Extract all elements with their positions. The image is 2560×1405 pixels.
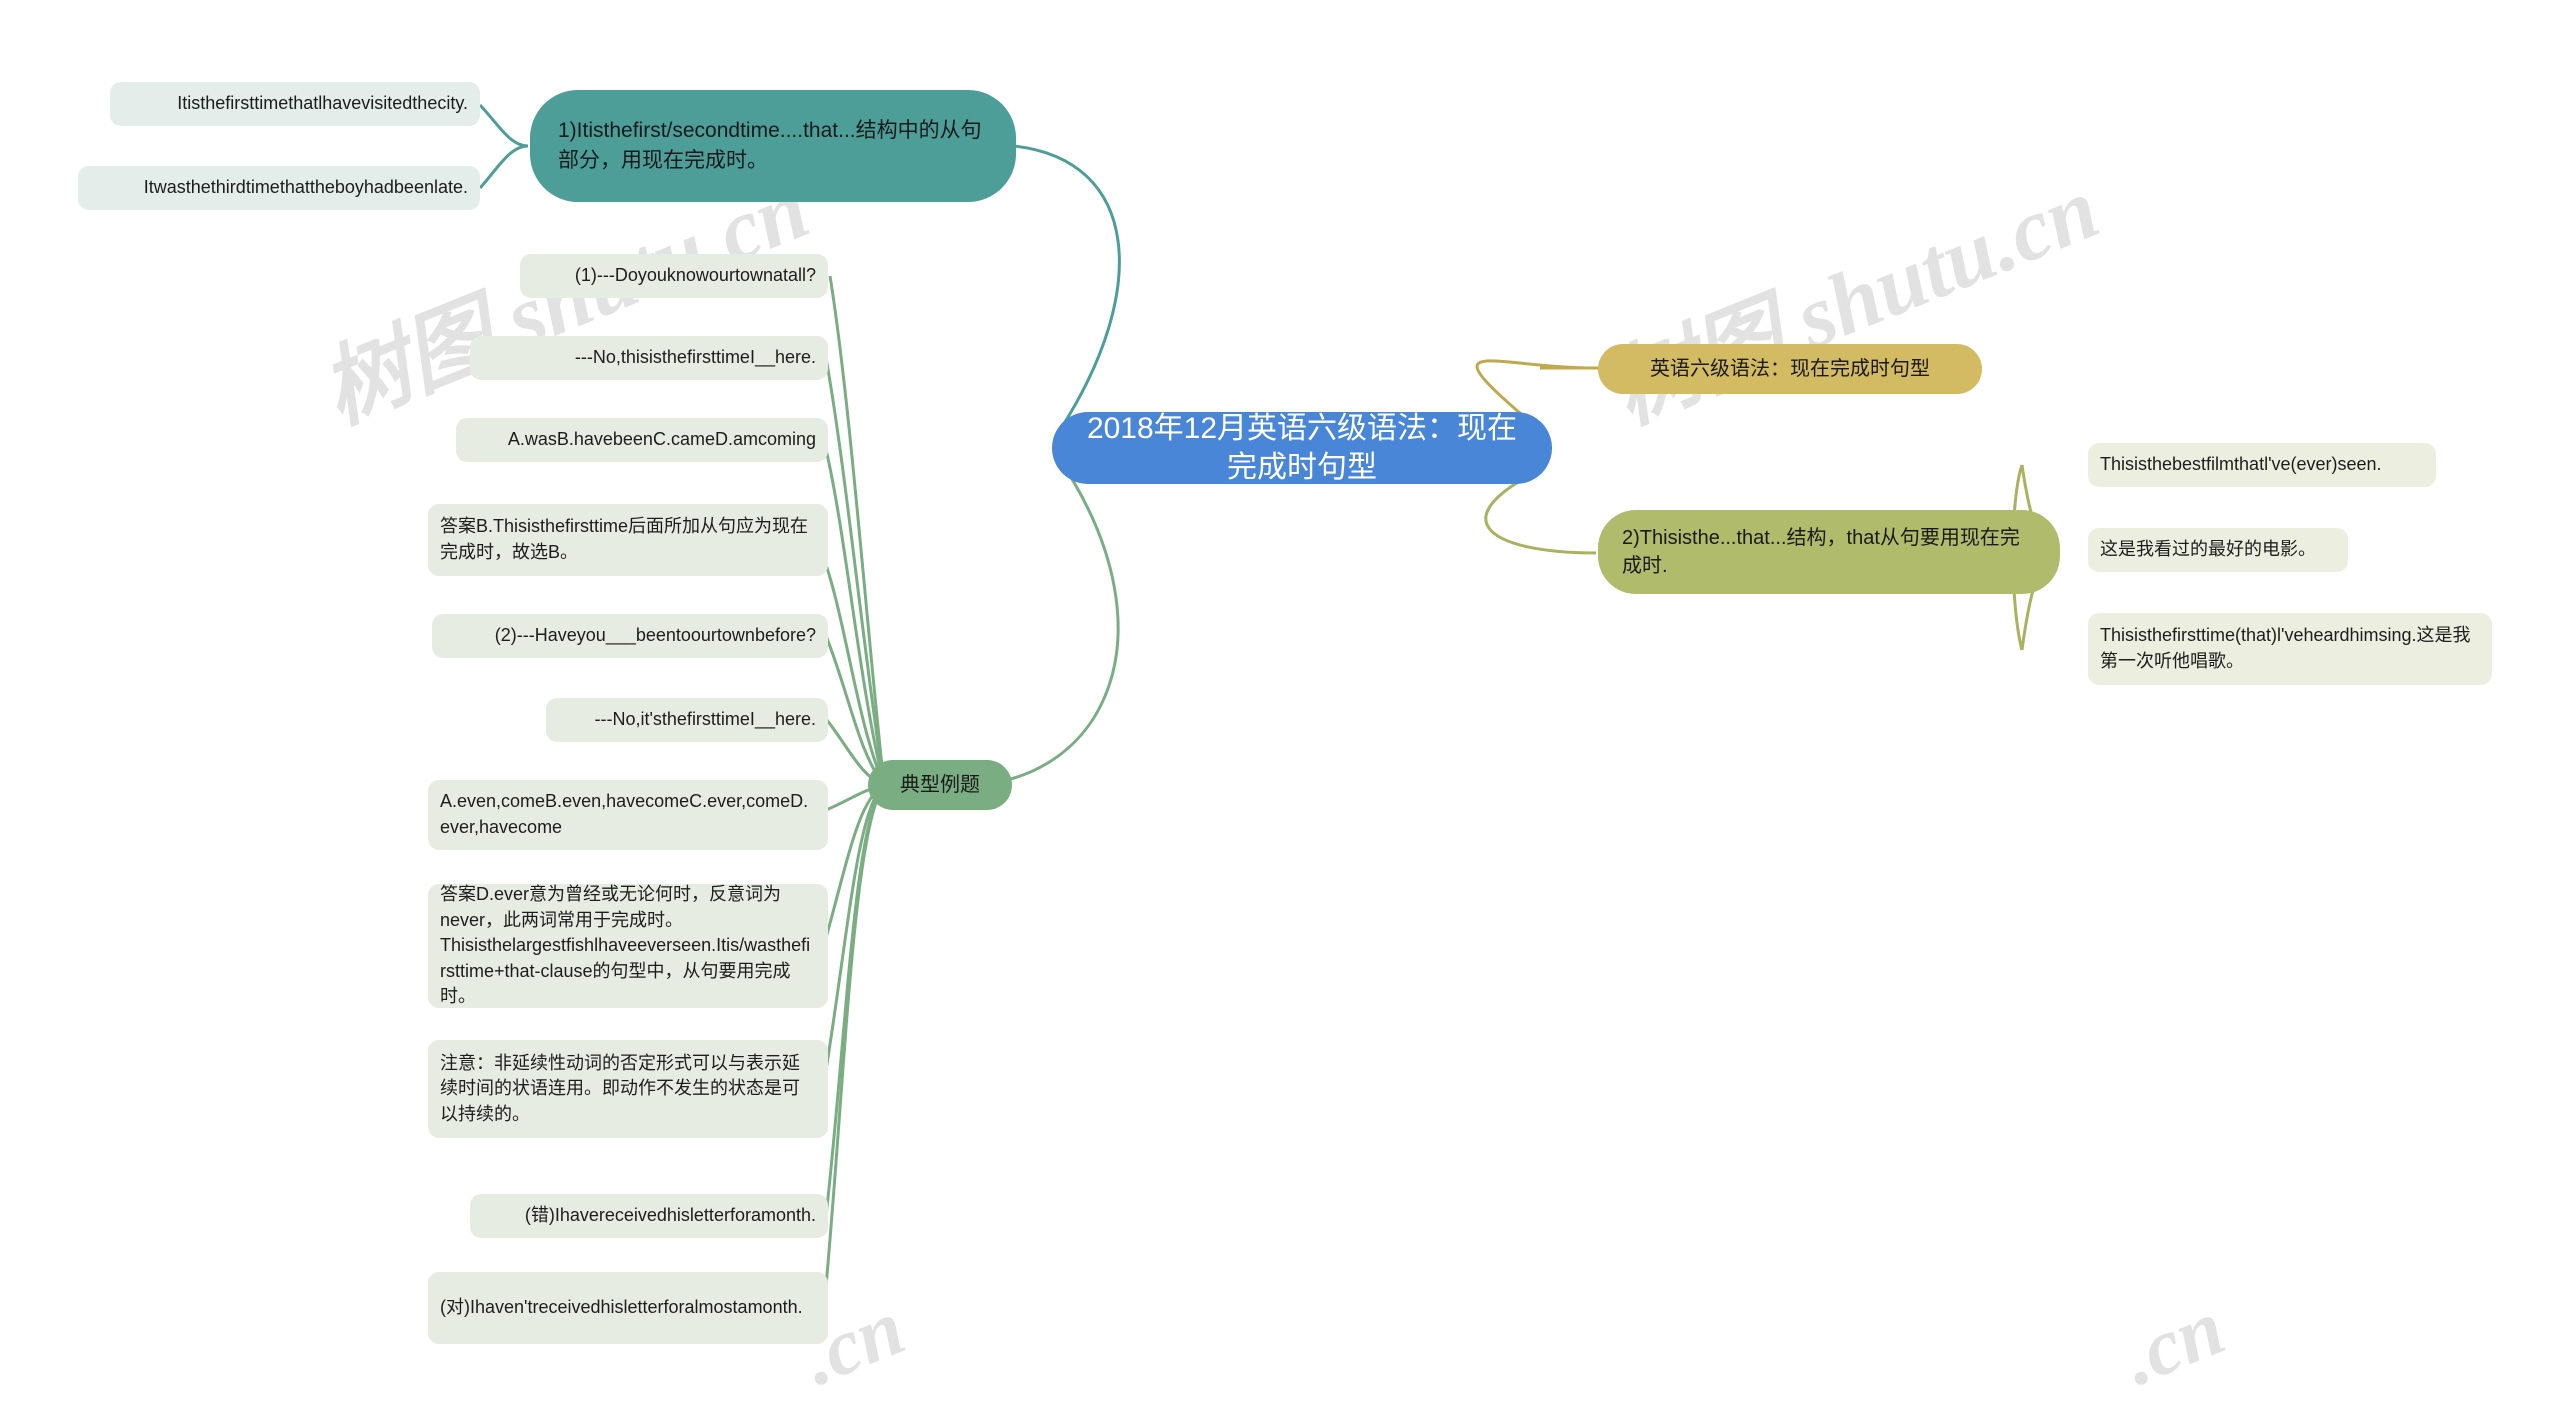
connector-layer (478, 103, 2061, 1309)
leaf-rule1-example-1[interactable]: Itisthefirsttimethatlhavevisitedthecity. (110, 82, 480, 126)
leaf-example-4[interactable]: 答案B.Thisisthefirsttime后面所加从句应为现在完成时，故选B。 (428, 504, 828, 576)
branch-node-rule-1[interactable]: 1)Itisthefirst/secondtime....that...结构中的… (530, 90, 1016, 202)
link-example-3 (822, 440, 886, 786)
link-example-4 (820, 552, 886, 786)
branch-node-examples[interactable]: 典型例题 (868, 760, 1012, 810)
mindmap-canvas: 树图 shutu.cn 树图 shutu.cn .cn .cn 2018年12月… (0, 0, 2560, 1405)
link-example-5 (824, 635, 886, 786)
link-example-8 (822, 783, 885, 946)
branch-node-gold-title[interactable]: 英语六级语法：现在完成时句型 (1598, 344, 1982, 394)
link-root-to-rule1 (1013, 144, 1121, 431)
leaf-example-10[interactable]: (错)Ihavereceivedhisletterforamonth. (470, 1194, 828, 1238)
leaf-example-6[interactable]: ---No,it'sthefirsttimeI__here. (546, 698, 828, 742)
link-example-1 (828, 275, 886, 786)
leaf-rule1-example-2[interactable]: Itwasthethirdtimethattheboyhadbeenlate. (78, 166, 480, 210)
branch-node-rule-2[interactable]: 2)Thisisthe...that...结构，that从句要用现在完成时. (1598, 510, 2060, 594)
link-example-2 (824, 357, 886, 786)
leaf-example-1[interactable]: (1)---Doyouknowourtownatall? (520, 254, 828, 298)
leaf-example-2[interactable]: ---No,thisisthefirsttimeI__here. (470, 336, 828, 380)
root-node[interactable]: 2018年12月英语六级语法：现在完成时句型 (1052, 412, 1552, 484)
link-rule1-leaf-1 (478, 103, 529, 148)
link-root-to-examples (947, 459, 1120, 787)
leaf-example-7[interactable]: A.even,comeB.even,havecomeC.ever,comeD.e… (428, 780, 828, 850)
leaf-rule2-example-2[interactable]: 这是我看过的最好的电影。 (2088, 528, 2348, 572)
leaf-example-5[interactable]: (2)---Haveyou___beentoourtownbefore? (432, 614, 828, 658)
link-example-9 (820, 783, 886, 1096)
watermark-right: 树图 shutu.cn (1598, 159, 2112, 443)
leaf-example-11[interactable]: (对)Ihaven'treceivedhisletterforalmostamo… (428, 1272, 828, 1344)
link-example-11 (822, 784, 886, 1309)
leaf-example-3[interactable]: A.wasB.havebeenC.cameD.amcoming (456, 418, 828, 462)
leaf-example-8[interactable]: 答案D.ever意为曾经或无论何时，反意词为never，此两词常用于完成时。Th… (428, 884, 828, 1008)
watermark-bottom-right: .cn (2110, 1283, 2237, 1403)
link-example-10 (824, 784, 886, 1217)
leaf-example-9[interactable]: 注意：非延续性动词的否定形式可以与表示延续时间的状语连用。即动作不发生的状态是可… (428, 1040, 828, 1138)
leaf-rule2-example-1[interactable]: Thisisthebestfilmthatl've(ever)seen. (2088, 443, 2436, 487)
link-rule1-leaf-2 (478, 144, 529, 190)
leaf-rule2-example-3[interactable]: Thisisthefirsttime(that)l'veheardhimsing… (2088, 613, 2492, 685)
